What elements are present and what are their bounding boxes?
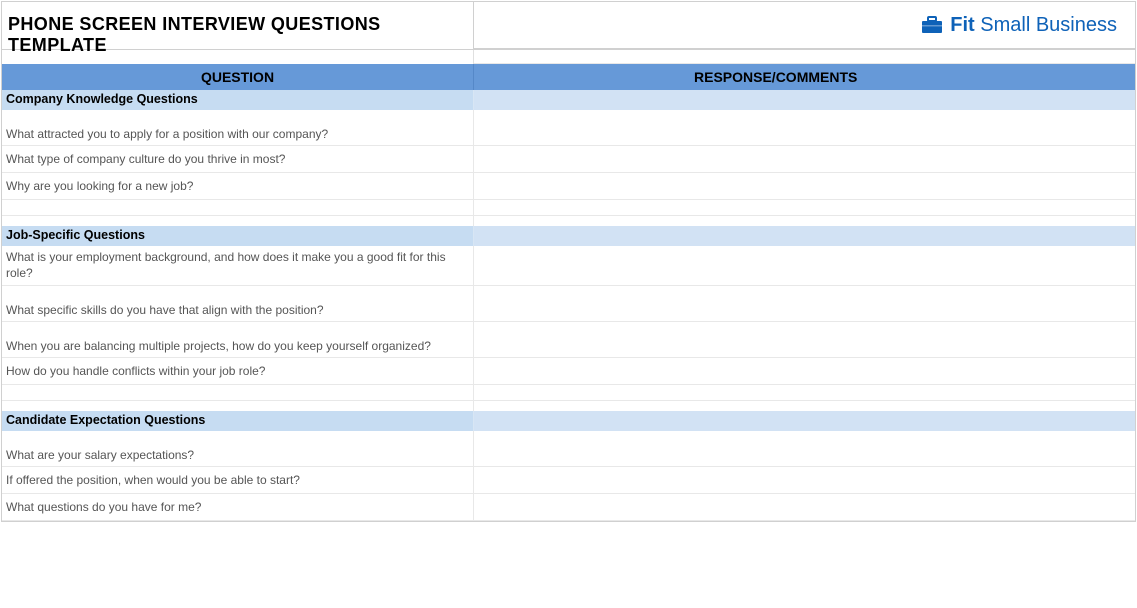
brand-text-rest: Small Business	[975, 14, 1117, 36]
logo-cell: Fit Small Business	[474, 2, 1135, 49]
question-cell[interactable]: If offered the position, when would you …	[2, 467, 474, 493]
brand-text-fit: Fit	[950, 14, 974, 36]
response-cell[interactable]	[474, 322, 1135, 357]
thin-row	[2, 216, 1135, 226]
response-cell[interactable]	[474, 173, 1135, 199]
response-cell[interactable]	[474, 286, 1135, 321]
response-cell[interactable]	[474, 358, 1135, 384]
empty-row	[2, 200, 1135, 216]
question-cell[interactable]: What questions do you have for me?	[2, 494, 474, 520]
spreadsheet-template: PHONE SCREEN INTERVIEW QUESTIONS TEMPLAT…	[1, 1, 1136, 522]
question-cell[interactable]: What attracted you to apply for a positi…	[2, 110, 474, 145]
response-cell[interactable]	[474, 431, 1135, 466]
question-row: How do you handle conflicts within your …	[2, 358, 1135, 385]
response-cell[interactable]	[474, 246, 1135, 285]
question-row: What type of company culture do you thri…	[2, 146, 1135, 173]
section-title: Candidate Expectation Questions	[2, 411, 474, 431]
question-cell[interactable]: What are your salary expectations?	[2, 431, 474, 466]
empty-row	[2, 385, 1135, 401]
question-cell[interactable]: What type of company culture do you thri…	[2, 146, 474, 172]
section-title: Company Knowledge Questions	[2, 90, 474, 110]
section-response-blank	[474, 411, 1135, 431]
brand-text: Fit Small Business	[950, 14, 1117, 37]
question-row: What questions do you have for me?	[2, 494, 1135, 521]
column-headers: QUESTION RESPONSE/COMMENTS	[2, 64, 1135, 90]
question-cell[interactable]: When you are balancing multiple projects…	[2, 322, 474, 357]
question-row: What specific skills do you have that al…	[2, 286, 1135, 322]
question-cell[interactable]: What specific skills do you have that al…	[2, 286, 474, 321]
question-cell[interactable]: What is your employment background, and …	[2, 246, 474, 285]
question-row: If offered the position, when would you …	[2, 467, 1135, 494]
page-title: PHONE SCREEN INTERVIEW QUESTIONS TEMPLAT…	[2, 2, 474, 49]
question-row: What attracted you to apply for a positi…	[2, 110, 1135, 146]
section-header: Candidate Expectation Questions	[2, 411, 1135, 431]
section-header: Job-Specific Questions	[2, 226, 1135, 246]
brand-logo: Fit Small Business	[920, 14, 1117, 37]
section-title: Job-Specific Questions	[2, 226, 474, 246]
response-cell[interactable]	[474, 467, 1135, 493]
question-row: What are your salary expectations?	[2, 431, 1135, 467]
response-cell[interactable]	[474, 494, 1135, 520]
briefcase-icon	[920, 15, 944, 35]
header-row: PHONE SCREEN INTERVIEW QUESTIONS TEMPLAT…	[2, 2, 1135, 50]
response-cell[interactable]	[474, 110, 1135, 145]
question-cell[interactable]: Why are you looking for a new job?	[2, 173, 474, 199]
question-row: What is your employment background, and …	[2, 246, 1135, 286]
question-cell[interactable]: How do you handle conflicts within your …	[2, 358, 474, 384]
question-row: Why are you looking for a new job?	[2, 173, 1135, 200]
section-response-blank	[474, 226, 1135, 246]
response-cell[interactable]	[474, 146, 1135, 172]
spacer-row	[2, 50, 1135, 64]
question-row: When you are balancing multiple projects…	[2, 322, 1135, 358]
thin-row	[2, 401, 1135, 411]
column-question-header: QUESTION	[2, 64, 474, 90]
column-response-header: RESPONSE/COMMENTS	[474, 64, 1135, 90]
section-header: Company Knowledge Questions	[2, 90, 1135, 110]
section-response-blank	[474, 90, 1135, 110]
